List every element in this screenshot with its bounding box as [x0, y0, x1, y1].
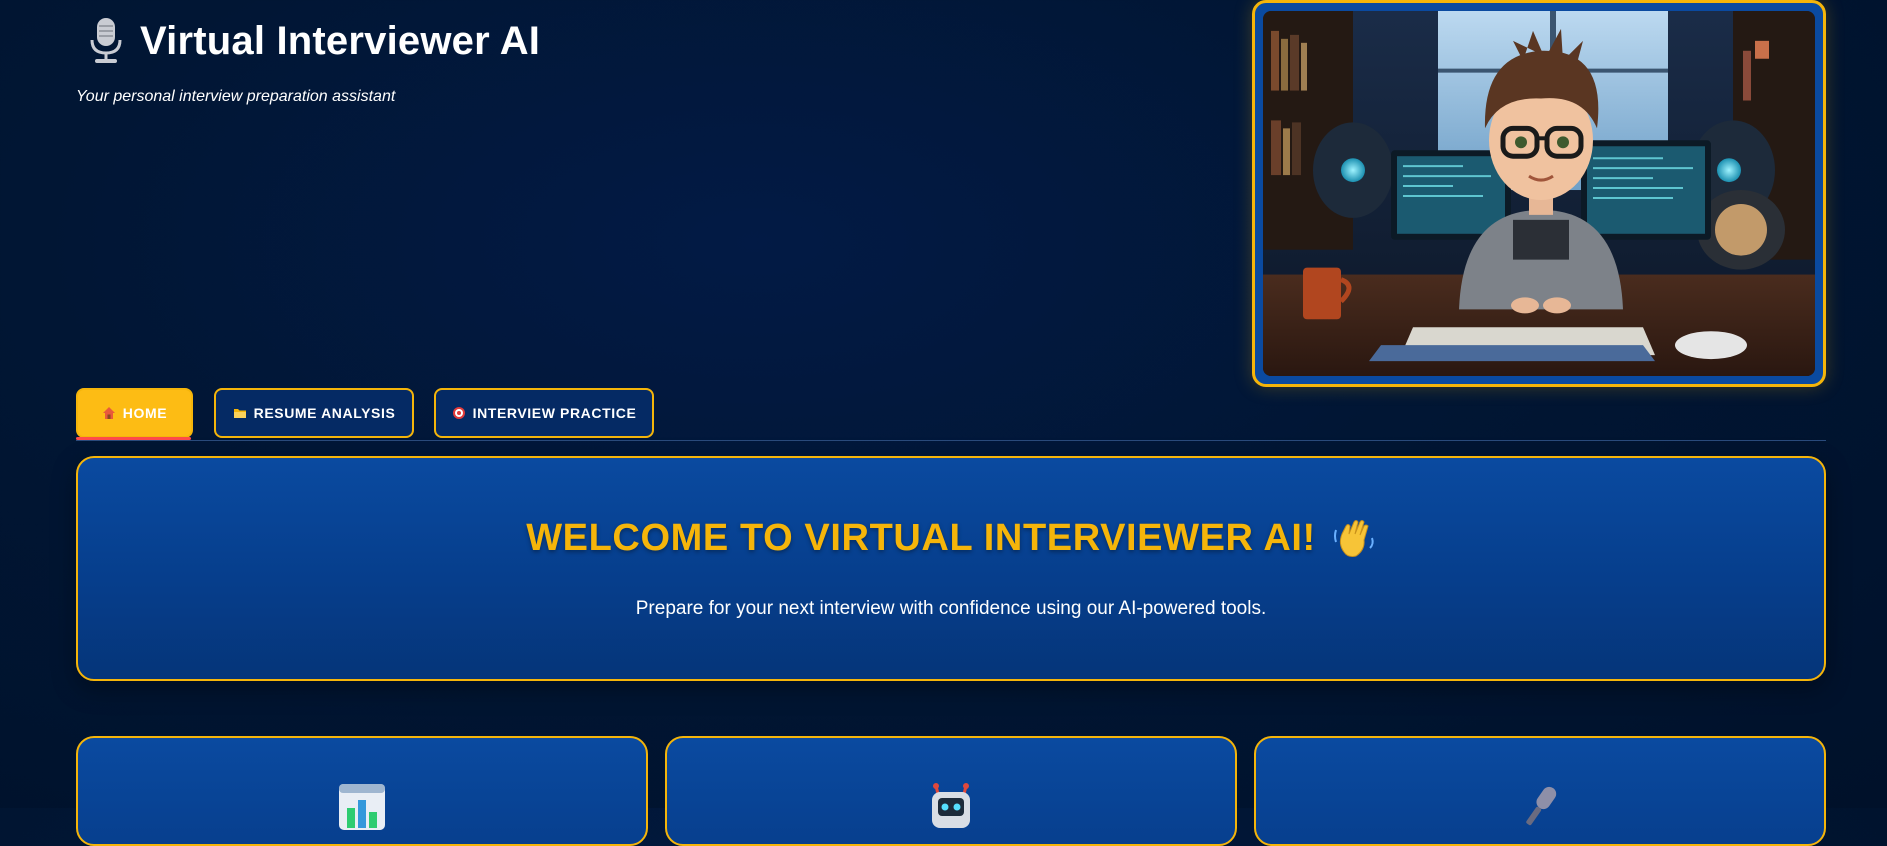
bar-chart-icon	[339, 784, 385, 830]
feature-card-ai	[665, 736, 1237, 846]
tab-resume-analysis[interactable]: RESUME ANALYSIS	[214, 388, 414, 438]
tab-home[interactable]: HOME	[76, 388, 193, 438]
robot-icon	[932, 783, 970, 828]
hero-illustration	[1263, 11, 1815, 376]
welcome-card: WELCOME TO VIRTUAL INTERVIEWER AI! Prepa…	[76, 456, 1826, 681]
tab-home-label: HOME	[122, 405, 168, 421]
tab-bar: HOME RESUME ANALYSIS INTERVIEW PRACTICE	[76, 388, 1826, 441]
microphone-icon	[1526, 786, 1557, 826]
tab-resume-analysis-label: RESUME ANALYSIS	[253, 405, 396, 421]
microphone-icon	[90, 18, 122, 63]
feature-card-practice	[1254, 736, 1826, 846]
house-icon	[102, 407, 115, 419]
target-icon	[452, 407, 465, 419]
waving-hand-icon	[1333, 520, 1374, 557]
welcome-title: WELCOME TO VIRTUAL INTERVIEWER AI!	[526, 516, 1316, 559]
page-subtitle: Your personal interview preparation assi…	[76, 88, 396, 105]
feature-card-resume	[76, 736, 648, 846]
hero-image-frame	[1252, 0, 1826, 387]
welcome-subtitle: Prepare for your next interview with con…	[635, 598, 1267, 619]
page-title: Virtual Interviewer AI	[140, 18, 541, 63]
folder-icon	[233, 409, 246, 418]
tab-interview-practice[interactable]: INTERVIEW PRACTICE	[434, 388, 654, 438]
active-tab-indicator	[76, 437, 191, 440]
app-title: Virtual Interviewer AI	[86, 16, 540, 66]
welcome-heading: WELCOME TO VIRTUAL INTERVIEWER AI!	[78, 516, 1824, 560]
tab-interview-practice-label: INTERVIEW PRACTICE	[472, 405, 637, 421]
